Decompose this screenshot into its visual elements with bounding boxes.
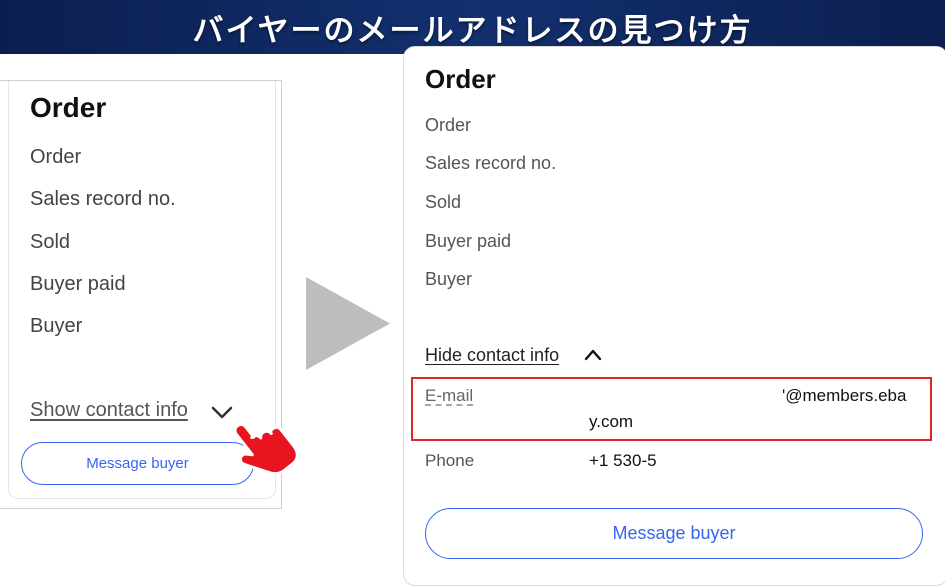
chevron-up-icon[interactable] <box>583 347 603 363</box>
email-label: E-mail <box>425 386 474 405</box>
right-order-heading: Order <box>425 64 496 94</box>
hide-contact-info-link[interactable]: Hide contact info <box>425 345 559 366</box>
pointing-hand-icon <box>233 422 296 476</box>
right-row-order: Order <box>425 115 472 135</box>
left-row-order: Order <box>30 146 82 168</box>
phone-value: +1 530-5 <box>589 451 657 470</box>
left-row-buyer: Buyer <box>30 315 83 337</box>
phone-label: Phone <box>425 451 475 470</box>
left-row-sold: Sold <box>30 231 71 253</box>
right-order-card <box>403 46 945 586</box>
right-message-buyer-button[interactable]: Message buyer <box>425 508 923 559</box>
left-order-heading: Order <box>30 92 107 123</box>
left-row-sales-record: Sales record no. <box>30 188 176 210</box>
right-row-sold: Sold <box>425 192 462 212</box>
right-row-sales-record: Sales record no. <box>425 153 557 173</box>
banner-title: バイヤーのメールアドレスの見つけ方 <box>192 12 753 49</box>
show-contact-info-link[interactable]: Show contact info <box>30 399 188 422</box>
email-value[interactable]: '@members.eba <box>782 386 906 406</box>
left-message-buyer-button[interactable]: Message buyer <box>21 442 254 485</box>
arrow-right-icon <box>306 277 390 370</box>
email-value-continued[interactable]: y.com <box>589 412 633 432</box>
right-row-buyer-paid: Buyer paid <box>425 231 512 251</box>
right-row-buyer: Buyer <box>425 269 473 289</box>
left-row-buyer-paid: Buyer paid <box>30 273 126 295</box>
